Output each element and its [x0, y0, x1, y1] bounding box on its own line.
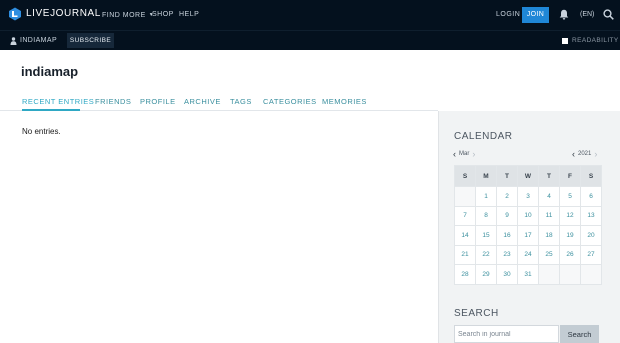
calendar-day[interactable]: 1 [475, 186, 497, 207]
subscribe-button[interactable]: SUBSCRIBE [67, 33, 114, 48]
calendar-empty-cell [454, 186, 476, 207]
calendar-week-row: 123456 [454, 186, 602, 207]
tab-memories[interactable]: MEMORIES [322, 97, 367, 106]
calendar-day[interactable]: 5 [559, 186, 581, 207]
sidebar: CALENDAR ‹ Mar › ‹ 2021 › S M T W T F S … [438, 111, 620, 343]
find-more-label: FIND MORE [102, 12, 146, 19]
language-selector[interactable]: (EN) [580, 0, 594, 30]
calendar-day[interactable]: 10 [517, 205, 539, 226]
weekday-label: S [580, 165, 602, 187]
calendar-week-row: 14 15 16 17 18 19 20 [454, 225, 602, 246]
weekday-label: W [517, 165, 539, 187]
calendar-day[interactable]: 9 [496, 205, 518, 226]
calendar-day[interactable]: 28 [454, 264, 476, 285]
bell-icon[interactable] [559, 9, 569, 20]
calendar-day[interactable]: 4 [538, 186, 560, 207]
journal-title[interactable]: indiamap [21, 64, 78, 79]
login-link[interactable]: LOGIN [496, 0, 520, 30]
calendar-year[interactable]: 2021 [578, 151, 591, 157]
join-button[interactable]: JOIN [522, 7, 549, 23]
search-button[interactable]: Search [560, 325, 599, 343]
livejournal-logo-icon [9, 7, 21, 21]
chevron-left-icon[interactable]: ‹ [453, 149, 456, 159]
calendar-day[interactable]: 30 [496, 264, 518, 285]
username-label: INDIAMAP [20, 37, 58, 44]
calendar-day[interactable]: 27 [580, 244, 602, 265]
journal-subbar: INDIAMAP SUBSCRIBE READABILITY [0, 30, 620, 50]
calendar-day[interactable]: 31 [517, 264, 539, 285]
calendar-day[interactable]: 8 [475, 205, 497, 226]
calendar-day[interactable]: 17 [517, 225, 539, 246]
readability-label: READABILITY [572, 37, 619, 44]
search-icon[interactable] [603, 9, 614, 20]
calendar-day[interactable]: 11 [538, 205, 560, 226]
find-more-menu[interactable]: FIND MORE ▼ [102, 0, 154, 30]
calendar-weekday-row: S M T W T F S [454, 165, 602, 187]
calendar-day[interactable]: 20 [580, 225, 602, 246]
calendar-day[interactable]: 12 [559, 205, 581, 226]
readability-toggle[interactable]: READABILITY [562, 31, 619, 50]
tab-archive[interactable]: ARCHIVE [184, 97, 221, 106]
tab-categories[interactable]: CATEGORIES [263, 97, 317, 106]
chevron-left-icon[interactable]: ‹ [572, 149, 575, 159]
journal-user-link[interactable]: INDIAMAP [10, 31, 57, 50]
help-link[interactable]: HELP [179, 0, 199, 30]
weekday-label: F [559, 165, 581, 187]
weekday-label: T [496, 165, 518, 187]
calendar-month[interactable]: Mar [459, 151, 469, 157]
calendar-day[interactable]: 21 [454, 244, 476, 265]
calendar-week-row: 28 29 30 31 [454, 264, 602, 285]
calendar-day[interactable]: 25 [538, 244, 560, 265]
livejournal-logo[interactable]: LIVEJOURNAL [8, 7, 101, 21]
chevron-right-icon[interactable]: › [594, 149, 597, 159]
calendar-day[interactable]: 3 [517, 186, 539, 207]
top-navigation-bar: LIVEJOURNAL FIND MORE ▼ SHOP HELP LOGIN J… [0, 0, 620, 30]
calendar-day[interactable]: 26 [559, 244, 581, 265]
calendar-heading: CALENDAR [454, 131, 513, 142]
calendar-day[interactable]: 2 [496, 186, 518, 207]
year-navigation: ‹ 2021 › [572, 149, 597, 159]
active-tab-indicator [22, 109, 80, 111]
tab-friends[interactable]: FRIENDS [95, 97, 131, 106]
user-icon [10, 36, 17, 45]
weekday-label: S [454, 165, 476, 187]
tab-recent-entries[interactable]: RECENT ENTRIES [22, 97, 94, 106]
calendar-day[interactable]: 14 [454, 225, 476, 246]
tab-tags[interactable]: TAGS [230, 97, 252, 106]
weekday-label: M [475, 165, 497, 187]
calendar-grid: S M T W T F S 1 2 3 4 5 6 7 8 9 10 11 12 13 14 15 16 17 1… [454, 165, 602, 285]
calendar-days: 1 2 3 4 5 6 7 8 9 10 11 12 13 14 15 16 17 18 19 20 21 22 23 24 2… [454, 186, 602, 285]
calendar-week-row: 7 8 9 10 11 12 13 [454, 205, 602, 226]
readability-checkbox[interactable] [562, 37, 568, 44]
empty-entries-message: No entries. [22, 127, 61, 136]
calendar-day[interactable]: 19 [559, 225, 581, 246]
calendar-empty-cell [538, 264, 560, 285]
calendar-day[interactable]: 22 [475, 244, 497, 265]
calendar-day[interactable]: 29 [475, 264, 497, 285]
calendar-day[interactable]: 23 [496, 244, 518, 265]
journal-search-input[interactable] [454, 325, 559, 343]
weekday-label: T [538, 165, 560, 187]
calendar-day[interactable]: 24 [517, 244, 539, 265]
calendar-week-row: 21 22 23 24 25 26 27 [454, 244, 602, 265]
calendar-day[interactable]: 16 [496, 225, 518, 246]
shop-link[interactable]: SHOP [152, 0, 174, 30]
calendar-day[interactable]: 7 [454, 205, 476, 226]
calendar-empty-cell [559, 264, 581, 285]
calendar-day[interactable]: 6 [580, 186, 602, 207]
month-navigation: ‹ Mar › [453, 149, 475, 159]
calendar-day[interactable]: 15 [475, 225, 497, 246]
search-heading: SEARCH [454, 308, 499, 319]
logo-text: LIVEJOURNAL [26, 8, 101, 19]
calendar-day[interactable]: 13 [580, 205, 602, 226]
calendar-empty-cell [580, 264, 602, 285]
tab-profile[interactable]: PROFILE [140, 97, 176, 106]
calendar-day[interactable]: 18 [538, 225, 560, 246]
chevron-right-icon[interactable]: › [472, 149, 475, 159]
